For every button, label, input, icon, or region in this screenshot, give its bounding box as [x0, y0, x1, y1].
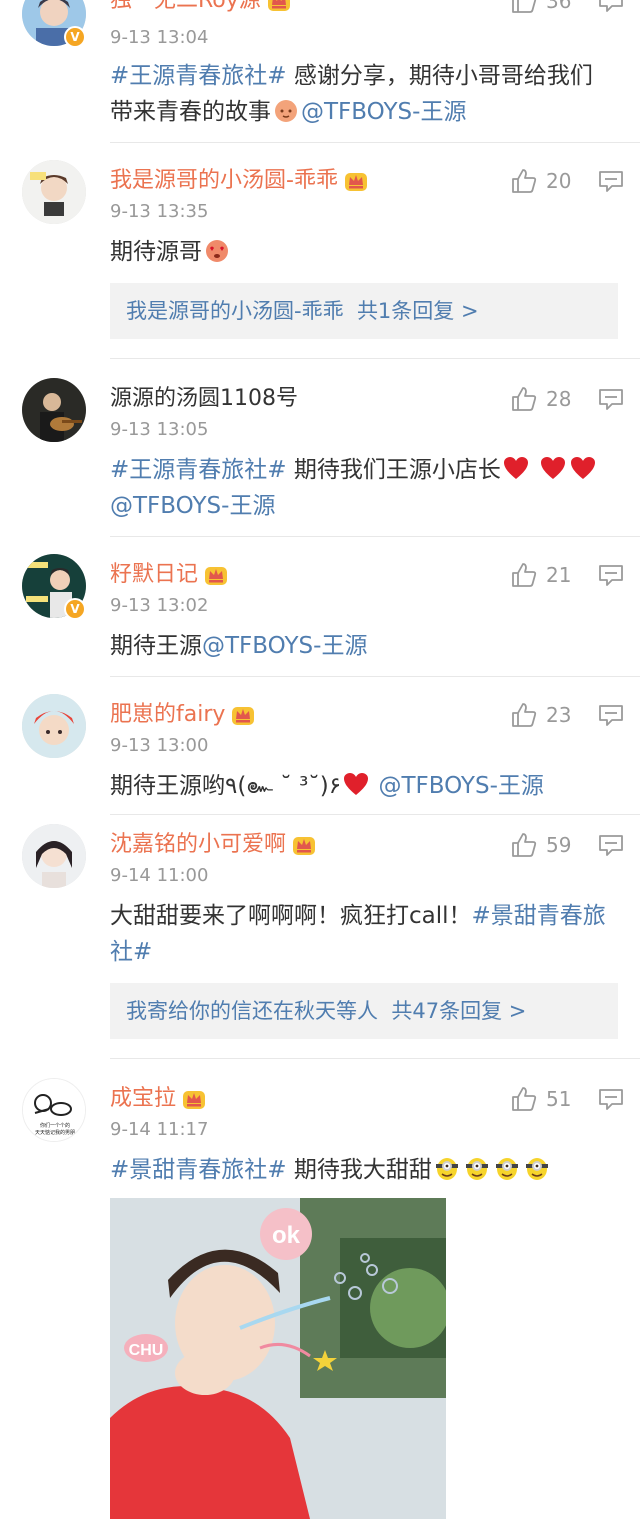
timestamp: 9-13 13:35: [110, 201, 209, 222]
mention-link[interactable]: @TFBOYS-王源: [301, 99, 466, 125]
heart-icon: [342, 770, 370, 798]
comment-text: #景甜青春旅社# 期待我大甜甜: [110, 1152, 615, 1188]
timestamp: 9-13 13:04: [110, 27, 209, 48]
comment-icon[interactable]: [598, 564, 624, 586]
divider: [110, 536, 640, 537]
username[interactable]: 源源的汤圆1108号: [110, 384, 298, 414]
crown-icon: [292, 834, 316, 856]
minion-emoji-icon: [523, 1154, 551, 1182]
username[interactable]: 籽默日记: [110, 560, 228, 590]
thumbs-up-icon: [510, 0, 538, 15]
love-eyes-emoji-icon: [203, 236, 231, 264]
comment-icon[interactable]: [598, 388, 624, 410]
like-button[interactable]: 20: [510, 166, 571, 196]
comment-text: 期待王源哟٩(๛ ˘ ³˘)۶ @TFBOYS-王源: [110, 768, 615, 804]
ok-sticker-text: ok: [272, 1222, 301, 1249]
comment-text: 大甜甜要来了啊啊啊！疯狂打call！#景甜青春旅社#: [110, 903, 606, 965]
like-count: 36: [546, 0, 572, 13]
avatar[interactable]: [22, 378, 86, 442]
timestamp: 9-13 13:00: [110, 735, 209, 756]
like-button[interactable]: 59: [510, 830, 571, 860]
like-button[interactable]: 28: [510, 384, 571, 414]
topic-link[interactable]: #王源青春旅社#: [110, 63, 287, 89]
avatar[interactable]: 你们一个个的 天天惦记我的男朋: [22, 1078, 86, 1142]
like-count: 20: [546, 169, 572, 193]
like-button[interactable]: 36: [510, 0, 571, 16]
topic-link[interactable]: #王源青春旅社#: [110, 457, 287, 483]
thumbs-up-icon: [510, 385, 538, 413]
timestamp: 9-14 11:17: [110, 1119, 209, 1140]
timestamp: 9-13 13:05: [110, 419, 209, 440]
crown-icon: [344, 170, 368, 192]
shy-emoji-icon: [272, 96, 300, 124]
username[interactable]: 成宝拉: [110, 1084, 206, 1114]
comment-text: 期待源哥: [110, 234, 615, 270]
heart-icon: [539, 454, 567, 482]
heart-icon: [569, 454, 597, 482]
divider: [110, 676, 640, 677]
thumbs-up-icon: [510, 561, 538, 589]
username[interactable]: 我是源哥的小汤圆-乖乖: [110, 166, 368, 196]
crown-icon: [182, 1088, 206, 1110]
crown-icon: [204, 564, 228, 586]
heart-icon: [502, 454, 530, 482]
thumbs-up-icon: [510, 167, 538, 195]
like-button[interactable]: 21: [510, 560, 571, 590]
comment-text: #王源青春旅社# 感谢分享，期待小哥哥给我们带来青春的故事 @TFBOYS-王源: [110, 63, 593, 125]
comment-icon[interactable]: [598, 0, 624, 12]
timestamp: 9-14 11:00: [110, 865, 209, 886]
divider: [110, 814, 640, 815]
username[interactable]: 沈嘉铭的小可爱啊: [110, 830, 316, 860]
minion-emoji-icon: [493, 1154, 521, 1182]
verified-badge-icon: V: [64, 598, 86, 620]
username[interactable]: 独一无二Roy源: [110, 0, 291, 16]
timestamp: 9-13 13:02: [110, 595, 209, 616]
avatar[interactable]: [22, 694, 86, 758]
thumbs-up-icon: [510, 831, 538, 859]
comment-photo[interactable]: ok CHU: [110, 1198, 446, 1519]
mention-link[interactable]: @TFBOYS-王源: [110, 493, 275, 519]
crown-icon: [267, 0, 291, 12]
divider: [110, 358, 640, 359]
comment-icon[interactable]: [598, 704, 624, 726]
like-button[interactable]: 51: [510, 1084, 571, 1114]
avatar-caption: 天天惦记我的男朋: [35, 1129, 75, 1136]
avatar[interactable]: [22, 824, 86, 888]
minion-emoji-icon: [433, 1154, 461, 1182]
avatar[interactable]: [22, 160, 86, 224]
reply-summary[interactable]: 我寄给你的信还在秋天等人 共47条回复 >: [110, 983, 618, 1039]
comment-icon[interactable]: [598, 170, 624, 192]
divider: [110, 1058, 640, 1059]
like-button[interactable]: 23: [510, 700, 571, 730]
reply-summary[interactable]: 我是源哥的小汤圆-乖乖 共1条回复 >: [110, 283, 618, 339]
thumbs-up-icon: [510, 701, 538, 729]
mention-link[interactable]: @TFBOYS-王源: [202, 633, 367, 659]
topic-link[interactable]: #景甜青春旅社#: [110, 1157, 287, 1183]
comment-text: 期待王源@TFBOYS-王源: [110, 633, 368, 659]
like-count: 23: [546, 703, 572, 727]
crown-icon: [231, 704, 255, 726]
like-count: 21: [546, 563, 572, 587]
like-count: 28: [546, 387, 572, 411]
username[interactable]: 肥崽的fairy: [110, 700, 255, 730]
comment-icon[interactable]: [598, 1088, 624, 1110]
verified-badge-icon: V: [64, 26, 86, 48]
like-count: 59: [546, 833, 572, 857]
chu-sticker-text: CHU: [129, 1342, 164, 1359]
mention-link[interactable]: @TFBOYS-王源: [378, 773, 543, 799]
minion-emoji-icon: [463, 1154, 491, 1182]
comment-icon[interactable]: [598, 834, 624, 856]
avatar-caption: 你们一个个的: [40, 1122, 70, 1129]
comment-text: #王源青春旅社# 期待我们王源小店长@TFBOYS-王源: [110, 452, 615, 524]
like-count: 51: [546, 1087, 572, 1111]
divider: [110, 142, 640, 143]
thumbs-up-icon: [510, 1085, 538, 1113]
